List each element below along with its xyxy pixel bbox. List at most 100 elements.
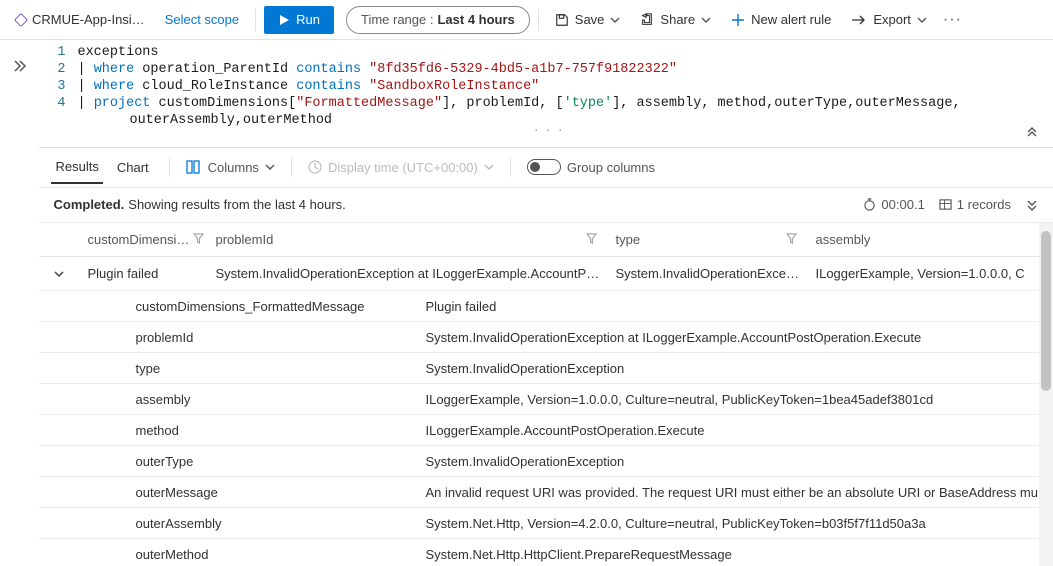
- record-count: 1 records: [939, 197, 1011, 212]
- columns-label: Columns: [208, 160, 259, 175]
- detail-key: outerMethod: [39, 547, 417, 562]
- group-columns-label: Group columns: [567, 160, 655, 175]
- run-label: Run: [296, 12, 320, 27]
- header-type[interactable]: type: [607, 232, 807, 247]
- line-number: 3: [43, 78, 77, 95]
- status-text: Showing results from the last 4 hours.: [128, 197, 346, 212]
- detail-row[interactable]: outerMethodSystem.Net.Http.HttpClient.Pr…: [39, 539, 1053, 566]
- detail-value: System.InvalidOperationException at ILog…: [417, 330, 1053, 345]
- chevron-double-down-icon: [1025, 198, 1039, 212]
- code: exceptions: [77, 44, 1053, 61]
- detail-row[interactable]: outerMessageAn invalid request URI was p…: [39, 477, 1053, 508]
- separator: [255, 9, 256, 31]
- separator: [169, 157, 170, 177]
- table-row[interactable]: Plugin failed System.InvalidOperationExc…: [39, 257, 1053, 291]
- code: | where cloud_RoleInstance contains "San…: [77, 78, 1053, 95]
- chevron-double-right-icon: [12, 58, 28, 74]
- header-assembly[interactable]: assembly: [807, 232, 1053, 247]
- code: | project customDimensions["FormattedMes…: [77, 95, 1053, 112]
- scope-indicator[interactable]: CRMUE-App-Insi…: [8, 6, 153, 34]
- table-icon: [939, 198, 952, 211]
- tab-results-label: Results: [55, 159, 98, 174]
- scope-name: CRMUE-App-Insi…: [32, 12, 145, 27]
- detail-value: Plugin failed: [417, 299, 1053, 314]
- editor-line: 1exceptions: [43, 44, 1053, 61]
- line-number: 2: [43, 61, 77, 78]
- detail-row[interactable]: assemblyILoggerExample, Version=1.0.0.0,…: [39, 384, 1053, 415]
- detail-row[interactable]: outerAssemblySystem.Net.Http, Version=4.…: [39, 508, 1053, 539]
- header-problemid[interactable]: problemId: [207, 232, 607, 247]
- plus-icon: [731, 13, 745, 27]
- query-editor[interactable]: 1exceptions2| where operation_ParentId c…: [39, 40, 1053, 148]
- line-number: [43, 112, 77, 129]
- more-button[interactable]: ···: [939, 6, 966, 34]
- vertical-scrollbar[interactable]: [1039, 223, 1053, 566]
- display-time-button: Display time (UTC+00:00): [308, 160, 494, 175]
- filter-icon[interactable]: [193, 232, 207, 247]
- filter-icon[interactable]: [586, 232, 607, 247]
- detail-row[interactable]: customDimensions_FormattedMessagePlugin …: [39, 291, 1053, 322]
- save-label: Save: [575, 12, 605, 27]
- detail-key: type: [39, 361, 417, 376]
- detail-row[interactable]: typeSystem.InvalidOperationException: [39, 353, 1053, 384]
- columns-button[interactable]: Columns: [186, 160, 275, 175]
- chevron-down-icon: [265, 162, 275, 172]
- results-table: customDimensi… problemId type assembly: [39, 223, 1053, 566]
- cell: System.InvalidOperationException at ILog…: [207, 266, 607, 281]
- share-icon: [640, 13, 654, 27]
- header-customdimensions[interactable]: customDimensi…: [79, 232, 207, 247]
- detail-key: outerMessage: [39, 485, 417, 500]
- detail-value: System.Net.Http.HttpClient.PrepareReques…: [417, 547, 1053, 562]
- expand-rail-button[interactable]: [12, 58, 28, 77]
- row-expand-button[interactable]: [39, 268, 79, 280]
- line-number: 1: [43, 44, 77, 61]
- separator: [510, 157, 511, 177]
- run-button[interactable]: Run: [264, 6, 334, 34]
- separator: [291, 157, 292, 177]
- detail-row[interactable]: outerTypeSystem.InvalidOperationExceptio…: [39, 446, 1053, 477]
- detail-key: assembly: [39, 392, 417, 407]
- editor-line: 2| where operation_ParentId contains "8f…: [43, 61, 1053, 78]
- save-button[interactable]: Save: [547, 6, 629, 34]
- detail-row[interactable]: methodILoggerExample.AccountPostOperatio…: [39, 415, 1053, 446]
- chevron-down-icon: [53, 268, 65, 280]
- new-alert-label: New alert rule: [751, 12, 831, 27]
- tab-chart[interactable]: Chart: [113, 152, 153, 183]
- chevron-double-up-icon: [1025, 123, 1039, 137]
- time-range-value: Last 4 hours: [437, 12, 514, 27]
- cell: Plugin failed: [79, 266, 207, 281]
- select-scope-link[interactable]: Select scope: [157, 6, 247, 34]
- table-header: customDimensi… problemId type assembly: [39, 223, 1053, 257]
- tab-results[interactable]: Results: [51, 151, 102, 184]
- group-columns-toggle[interactable]: Group columns: [527, 159, 655, 175]
- detail-key: method: [39, 423, 417, 438]
- editor-line: 4| project customDimensions["FormattedMe…: [43, 95, 1053, 112]
- code: | where operation_ParentId contains "8fd…: [77, 61, 1053, 78]
- top-toolbar: CRMUE-App-Insi… Select scope Run Time ra…: [0, 0, 1053, 40]
- filter-icon[interactable]: [786, 232, 807, 247]
- stopwatch-icon: [863, 198, 876, 211]
- status-row: Completed. Showing results from the last…: [39, 188, 1053, 224]
- collapse-editor-button[interactable]: [1025, 123, 1039, 143]
- detail-row[interactable]: problemIdSystem.InvalidOperationExceptio…: [39, 322, 1053, 353]
- share-label: Share: [660, 12, 695, 27]
- expand-results-button[interactable]: [1025, 198, 1039, 212]
- detail-value: System.InvalidOperationException: [417, 361, 1053, 376]
- code: outerAssembly,outerMethod: [77, 112, 1053, 129]
- detail-key: problemId: [39, 330, 417, 345]
- editor-line: 3| where cloud_RoleInstance contains "Sa…: [43, 78, 1053, 95]
- time-range-label: Time range :: [361, 12, 434, 27]
- new-alert-button[interactable]: New alert rule: [723, 6, 839, 34]
- save-icon: [555, 13, 569, 27]
- cell: System.InvalidOperationExce…: [607, 266, 807, 281]
- scrollbar-thumb[interactable]: [1041, 231, 1051, 391]
- detail-value: An invalid request URI was provided. The…: [417, 485, 1053, 500]
- export-button[interactable]: Export: [843, 6, 935, 34]
- chevron-down-icon: [610, 15, 620, 25]
- chevron-down-icon: [701, 15, 711, 25]
- time-range-pill[interactable]: Time range : Last 4 hours: [346, 6, 530, 34]
- detail-key: customDimensions_FormattedMessage: [39, 299, 417, 314]
- separator: [538, 9, 539, 31]
- share-button[interactable]: Share: [632, 6, 719, 34]
- line-number: 4: [43, 95, 77, 112]
